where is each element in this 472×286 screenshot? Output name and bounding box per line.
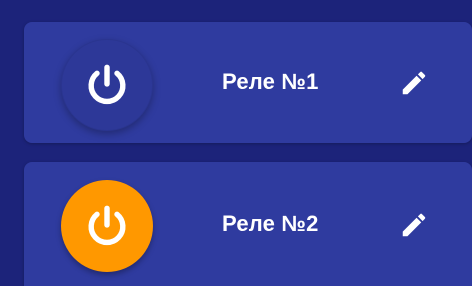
relay-1-power-button[interactable] bbox=[61, 39, 153, 131]
pencil-icon bbox=[402, 213, 426, 237]
pencil-icon bbox=[402, 71, 426, 95]
power-icon bbox=[88, 64, 126, 105]
relay-card: Реле №2 bbox=[24, 162, 472, 286]
relay-card: Реле №1 bbox=[24, 22, 472, 143]
edit-relay-1-button[interactable] bbox=[394, 63, 434, 103]
power-icon bbox=[88, 205, 126, 246]
relay-name-label: Реле №1 bbox=[222, 69, 319, 94]
relay-name-label: Реле №2 bbox=[222, 211, 319, 236]
relay-2-power-button[interactable] bbox=[61, 180, 153, 272]
edit-relay-2-button[interactable] bbox=[394, 205, 434, 245]
